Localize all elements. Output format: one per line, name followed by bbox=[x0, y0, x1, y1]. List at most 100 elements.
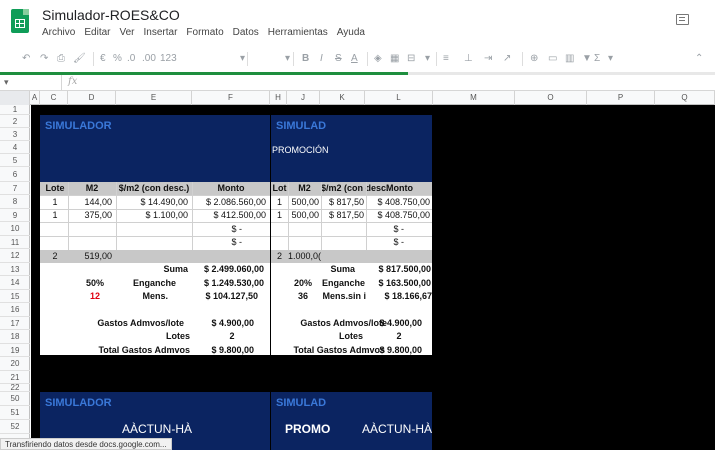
print-icon[interactable]: ⎙ bbox=[57, 52, 65, 66]
row-header[interactable]: 16 bbox=[0, 303, 30, 317]
table-cell[interactable]: $ 408.750,00 bbox=[366, 209, 430, 222]
font-family-dropdown[interactable] bbox=[183, 52, 248, 66]
total-lotes[interactable]: 2 bbox=[42, 250, 68, 263]
row-header[interactable]: 5 bbox=[0, 154, 30, 167]
vertical-align-icon[interactable]: ⊥ bbox=[464, 52, 473, 66]
lotes-value[interactable]: 2 bbox=[192, 330, 272, 343]
table-cell[interactable]: $ 408.750,00 bbox=[366, 196, 430, 209]
row-header[interactable]: 7 bbox=[0, 182, 30, 195]
menu-ayuda[interactable]: Ayuda bbox=[337, 27, 365, 38]
insert-comment-icon[interactable]: ▭ bbox=[548, 52, 557, 66]
column-header[interactable]: E bbox=[116, 91, 192, 105]
column-header[interactable]: F bbox=[192, 91, 270, 105]
menu-datos[interactable]: Datos bbox=[233, 27, 259, 38]
enganche-percent[interactable]: 20% bbox=[288, 277, 312, 290]
column-header[interactable]: A bbox=[30, 91, 40, 105]
row-header[interactable]: 15 bbox=[0, 290, 30, 303]
menu-archivo[interactable]: Archivo bbox=[42, 27, 75, 38]
table-cell[interactable]: $ 2.086.560,00 bbox=[192, 196, 266, 209]
bold-icon[interactable]: B bbox=[302, 52, 309, 66]
row-header[interactable]: 19 bbox=[0, 344, 30, 357]
column-header[interactable]: P bbox=[587, 91, 655, 105]
insert-chart-icon[interactable]: ▥ bbox=[565, 52, 574, 66]
strikethrough-icon[interactable]: S bbox=[335, 52, 342, 66]
table-cell[interactable]: 1 bbox=[42, 209, 68, 222]
meses-value[interactable]: $ 104.127,50 bbox=[192, 290, 258, 303]
row-header[interactable]: 18 bbox=[0, 330, 30, 344]
row-header[interactable]: 22 bbox=[0, 384, 30, 392]
row-header[interactable]: 17 bbox=[0, 317, 30, 330]
lotes-value[interactable]: 2 bbox=[366, 330, 432, 343]
table-cell[interactable]: 144,00 bbox=[68, 196, 112, 209]
row-header[interactable]: 1 bbox=[0, 105, 30, 115]
suma-value[interactable]: $ 2.499.060,00 bbox=[192, 263, 264, 276]
row-header[interactable]: 52 bbox=[0, 420, 30, 434]
select-all-corner[interactable] bbox=[0, 91, 30, 105]
chevron-down-icon[interactable]: ▾ bbox=[608, 52, 613, 66]
insert-link-icon[interactable]: ⊕ bbox=[530, 52, 538, 66]
table-cell[interactable]: $ - bbox=[192, 223, 242, 236]
column-header[interactable]: C bbox=[40, 91, 68, 105]
gastos-value[interactable]: $ 4.900,00 bbox=[192, 317, 254, 330]
menu-ver[interactable]: Ver bbox=[119, 27, 134, 38]
percent-format-icon[interactable]: % bbox=[113, 52, 122, 66]
borders-icon[interactable]: ▦ bbox=[390, 52, 399, 66]
row-header[interactable]: 2 bbox=[0, 115, 30, 128]
undo-icon[interactable]: ↶ bbox=[22, 52, 30, 66]
table-cell[interactable]: $ - bbox=[366, 223, 404, 236]
total-m2[interactable]: 519,00 bbox=[68, 250, 112, 263]
column-header[interactable]: K bbox=[320, 91, 365, 105]
table-cell[interactable]: 375,00 bbox=[68, 209, 112, 222]
table-cell[interactable]: $ 817,50 bbox=[321, 209, 364, 222]
column-header[interactable]: J bbox=[287, 91, 320, 105]
table-cell[interactable]: 1 bbox=[271, 196, 288, 209]
comment-icon[interactable] bbox=[676, 14, 689, 25]
menu-insertar[interactable]: Insertar bbox=[144, 27, 178, 38]
enganche-percent[interactable]: 50% bbox=[68, 277, 104, 290]
row-header[interactable]: 12 bbox=[0, 249, 30, 263]
row-header[interactable]: 10 bbox=[0, 222, 30, 236]
menu-editar[interactable]: Editar bbox=[84, 27, 110, 38]
total-gastos-value[interactable]: $ 9.800,00 bbox=[192, 344, 254, 357]
text-wrap-icon[interactable]: ⇥ bbox=[484, 52, 492, 66]
table-cell[interactable]: $ 817,50 bbox=[321, 196, 364, 209]
row-header[interactable]: 8 bbox=[0, 195, 30, 209]
table-cell[interactable]: $ - bbox=[366, 236, 404, 249]
total-lotes[interactable]: 2 bbox=[271, 250, 288, 263]
row-header[interactable]: 14 bbox=[0, 276, 30, 290]
table-cell[interactable]: $ 14.490,00 bbox=[116, 196, 188, 209]
row-header[interactable]: 4 bbox=[0, 141, 30, 154]
merge-cells-icon[interactable]: ⊟ bbox=[407, 52, 415, 66]
enganche-value[interactable]: $ 1.249.530,00 bbox=[192, 277, 264, 290]
gastos-value[interactable]: $ 4.900,00 bbox=[376, 317, 422, 330]
sheet-grid[interactable]: SIMULADOR Lote M2 $/m2 (con desc.) Monto… bbox=[31, 105, 715, 450]
table-cell[interactable]: 500,00 bbox=[288, 209, 319, 222]
text-rotation-icon[interactable]: ↗ bbox=[503, 52, 511, 66]
italic-icon[interactable]: I bbox=[320, 52, 323, 66]
name-box[interactable]: ▾ bbox=[0, 75, 62, 90]
fill-color-icon[interactable]: ◈ bbox=[374, 52, 382, 66]
meses-count[interactable]: 12 bbox=[68, 290, 100, 303]
filter-icon[interactable]: ▼ bbox=[582, 52, 592, 66]
text-color-icon[interactable]: A bbox=[351, 52, 358, 66]
redo-icon[interactable]: ↷ bbox=[40, 52, 48, 66]
row-header[interactable]: 9 bbox=[0, 209, 30, 222]
menu-formato[interactable]: Formato bbox=[186, 27, 223, 38]
row-header[interactable]: 3 bbox=[0, 128, 30, 141]
document-title[interactable]: Simulador-ROES&CO bbox=[42, 7, 180, 23]
column-header[interactable]: L bbox=[365, 91, 433, 105]
column-header[interactable]: O bbox=[515, 91, 587, 105]
suma-value[interactable]: $ 817.500,00 bbox=[359, 263, 431, 276]
row-header[interactable]: 51 bbox=[0, 406, 30, 420]
enganche-value[interactable]: $ 163.500,00 bbox=[359, 277, 431, 290]
promocion-table[interactable]: Lot M2 $/m2 (con desc. Monto 1 500,00 $ … bbox=[271, 182, 432, 355]
row-header[interactable]: 11 bbox=[0, 236, 30, 249]
functions-icon[interactable]: Σ bbox=[594, 52, 600, 66]
total-m2[interactable]: 1.000,0( bbox=[288, 250, 321, 263]
horizontal-align-icon[interactable]: ≡ bbox=[443, 52, 449, 66]
collapse-icon[interactable]: ⌃ bbox=[695, 52, 703, 66]
table-cell[interactable]: $ - bbox=[192, 236, 242, 249]
column-header[interactable]: M bbox=[433, 91, 515, 105]
row-header[interactable]: 20 bbox=[0, 357, 30, 371]
currency-format-icon[interactable]: € bbox=[100, 52, 106, 66]
